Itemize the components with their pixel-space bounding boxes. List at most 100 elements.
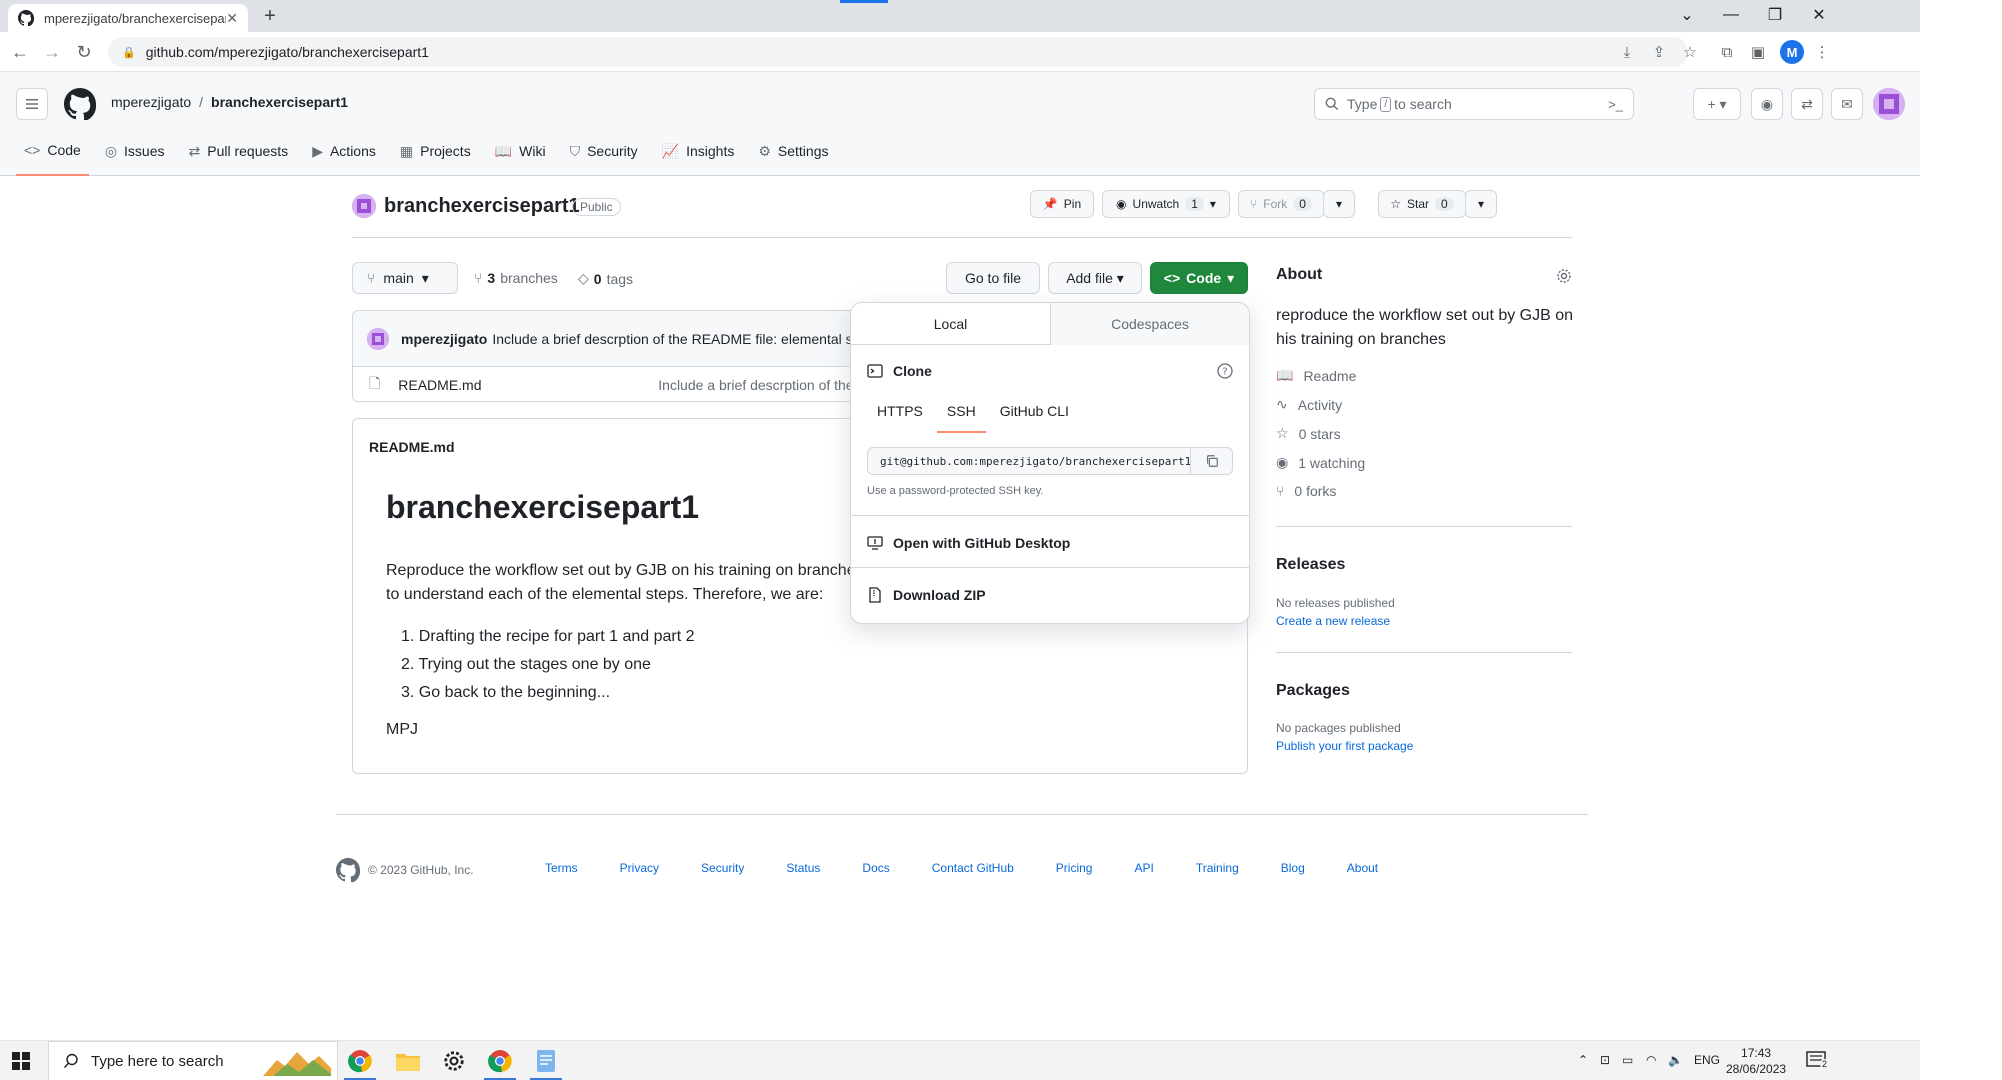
tab-security[interactable]: ⛉ Security xyxy=(562,134,646,168)
pull-requests-icon[interactable]: ⇄ xyxy=(1791,88,1823,120)
star-dropdown-button[interactable]: ▾ xyxy=(1465,190,1497,218)
file-name[interactable]: README.md xyxy=(398,377,658,393)
chrome-profile-icon[interactable] xyxy=(480,1045,520,1080)
add-file-button[interactable]: Add file ▾ xyxy=(1048,262,1142,294)
commit-message[interactable]: Include a brief descrption of the README… xyxy=(492,331,879,347)
footer-link-status[interactable]: Status xyxy=(786,861,820,875)
clone-url[interactable]: git@github.com:mperezjigato/branchexerci… xyxy=(868,455,1190,468)
footer-link-blog[interactable]: Blog xyxy=(1281,861,1305,875)
command-palette-icon[interactable]: >_ xyxy=(1608,97,1623,112)
footer-link-contact[interactable]: Contact GitHub xyxy=(932,861,1014,875)
tab-code[interactable]: <> Code xyxy=(16,134,89,176)
forks-link[interactable]: ⑂ 0 forks xyxy=(1276,483,1336,499)
pin-button[interactable]: 📌 Pin xyxy=(1030,190,1094,218)
tab-insights[interactable]: 📈 Insights xyxy=(654,134,743,168)
create-new-button[interactable]: + ▾ xyxy=(1693,88,1741,120)
tab-wiki[interactable]: 📖 Wiki xyxy=(487,134,554,168)
extensions-icon[interactable]: ⧉ xyxy=(1717,42,1737,62)
go-to-file-button[interactable]: Go to file xyxy=(946,262,1040,294)
fork-button[interactable]: ⑂ Fork 0 xyxy=(1238,190,1324,218)
chrome-icon[interactable] xyxy=(340,1045,380,1080)
tab-local[interactable]: Local xyxy=(851,303,1050,345)
profile-avatar[interactable]: M xyxy=(1780,40,1804,64)
commit-author[interactable]: mperezjigato xyxy=(401,331,487,347)
issues-icon[interactable]: ◉ xyxy=(1751,88,1783,120)
footer-link-pricing[interactable]: Pricing xyxy=(1056,861,1093,875)
install-icon[interactable]: ⤓ xyxy=(1617,42,1637,62)
battery-icon[interactable]: ▭ xyxy=(1622,1053,1633,1067)
reload-icon[interactable]: ↻ xyxy=(72,40,96,64)
footer-link-api[interactable]: API xyxy=(1134,861,1153,875)
clone-url-field[interactable]: git@github.com:mperezjigato/branchexerci… xyxy=(867,447,1233,475)
gear-icon[interactable] xyxy=(1556,268,1572,284)
address-bar[interactable]: 🔒 github.com/mperezjigato/branchexercise… xyxy=(108,37,1688,67)
window-close-icon[interactable]: ✕ xyxy=(1796,0,1842,30)
github-mark-icon[interactable] xyxy=(336,858,360,882)
code-button[interactable]: <> Code ▾ xyxy=(1150,262,1248,294)
device-icon[interactable]: ⊡ xyxy=(1600,1053,1610,1067)
tab-pull-requests[interactable]: ⇄ Pull requests xyxy=(181,134,297,168)
notepad-icon[interactable] xyxy=(526,1045,566,1080)
browser-tab[interactable]: mperezjigato/branchexercisepart1 ✕ xyxy=(8,4,248,32)
search-input[interactable]: Type / to search >_ xyxy=(1314,88,1634,120)
tab-issues[interactable]: ◎ Issues xyxy=(97,134,173,168)
footer-link-security[interactable]: Security xyxy=(701,861,744,875)
branch-select-button[interactable]: ⑂ main ▾ xyxy=(352,262,458,294)
footer-link-training[interactable]: Training xyxy=(1196,861,1239,875)
star-button[interactable]: ☆ Star 0 xyxy=(1378,190,1466,218)
share-icon[interactable]: ⇪ xyxy=(1649,42,1669,62)
tab-close-icon[interactable]: ✕ xyxy=(226,10,238,27)
open-desktop-button[interactable]: Open with GitHub Desktop xyxy=(867,535,1070,551)
packages-heading[interactable]: Packages xyxy=(1276,682,1350,700)
footer-link-terms[interactable]: Terms xyxy=(545,861,578,875)
tab-codespaces[interactable]: Codespaces xyxy=(1050,303,1249,345)
tab-projects[interactable]: ▦ Projects xyxy=(392,134,479,168)
notification-icon[interactable]: 2 xyxy=(1806,1051,1830,1071)
repo-title[interactable]: branchexercisepart1 xyxy=(384,195,580,218)
footer-link-privacy[interactable]: Privacy xyxy=(620,861,659,875)
tab-https[interactable]: HTTPS xyxy=(867,403,933,433)
taskbar-search-input[interactable]: Type here to search xyxy=(48,1041,338,1080)
side-panel-icon[interactable]: ▣ xyxy=(1748,42,1768,62)
watching-link[interactable]: ◉ 1 watching xyxy=(1276,454,1365,471)
releases-heading[interactable]: Releases xyxy=(1276,556,1345,574)
hamburger-menu-icon[interactable] xyxy=(16,88,48,120)
forward-icon[interactable]: → xyxy=(40,40,64,64)
footer-link-docs[interactable]: Docs xyxy=(862,861,889,875)
user-avatar[interactable] xyxy=(1873,88,1905,120)
back-icon[interactable]: ← xyxy=(8,40,32,64)
new-tab-icon[interactable]: + xyxy=(258,4,282,28)
tab-search-icon[interactable]: ⌄ xyxy=(1664,0,1710,30)
settings-gear-icon[interactable] xyxy=(434,1045,474,1077)
unwatch-button[interactable]: ◉ Unwatch 1 ▾ xyxy=(1102,190,1230,218)
show-hidden-icons-icon[interactable]: ⌃ xyxy=(1578,1053,1588,1067)
tab-settings[interactable]: ⚙ Settings xyxy=(750,134,836,168)
windows-start-icon[interactable] xyxy=(12,1052,30,1070)
branches-link[interactable]: ⑂ 3 branches xyxy=(474,270,558,286)
repo-link[interactable]: branchexercisepart1 xyxy=(211,94,348,110)
help-icon[interactable]: ? xyxy=(1217,363,1233,379)
restore-icon[interactable]: ❐ xyxy=(1752,0,1798,30)
stars-link[interactable]: ☆ 0 stars xyxy=(1276,425,1341,442)
tab-github-cli[interactable]: GitHub CLI xyxy=(990,403,1079,433)
download-zip-button[interactable]: Download ZIP xyxy=(867,587,986,603)
fork-dropdown-button[interactable]: ▾ xyxy=(1323,190,1355,218)
publish-package-link[interactable]: Publish your first package xyxy=(1276,739,1413,753)
tab-actions[interactable]: ▶ Actions xyxy=(304,134,384,168)
file-explorer-icon[interactable] xyxy=(388,1045,428,1077)
wifi-icon[interactable]: ◠ xyxy=(1646,1053,1656,1067)
github-logo-icon[interactable] xyxy=(64,88,96,120)
create-release-link[interactable]: Create a new release xyxy=(1276,614,1390,628)
language-indicator[interactable]: ENG xyxy=(1694,1053,1720,1067)
bookmark-star-icon[interactable]: ☆ xyxy=(1680,42,1700,62)
tags-link[interactable]: ◇ 0 tags xyxy=(578,270,633,287)
owner-link[interactable]: mperezjigato xyxy=(111,94,191,110)
volume-icon[interactable]: 🔈 xyxy=(1668,1053,1683,1067)
inbox-icon[interactable]: ✉ xyxy=(1831,88,1863,120)
readme-link[interactable]: 📖 Readme xyxy=(1276,367,1356,384)
taskbar-clock[interactable]: 17:43 28/06/2023 xyxy=(1726,1045,1786,1077)
minimize-icon[interactable]: — xyxy=(1708,0,1754,30)
chrome-menu-icon[interactable]: ⋮ xyxy=(1812,42,1832,62)
activity-link[interactable]: ∿ Activity xyxy=(1276,396,1342,413)
footer-link-about[interactable]: About xyxy=(1347,861,1378,875)
